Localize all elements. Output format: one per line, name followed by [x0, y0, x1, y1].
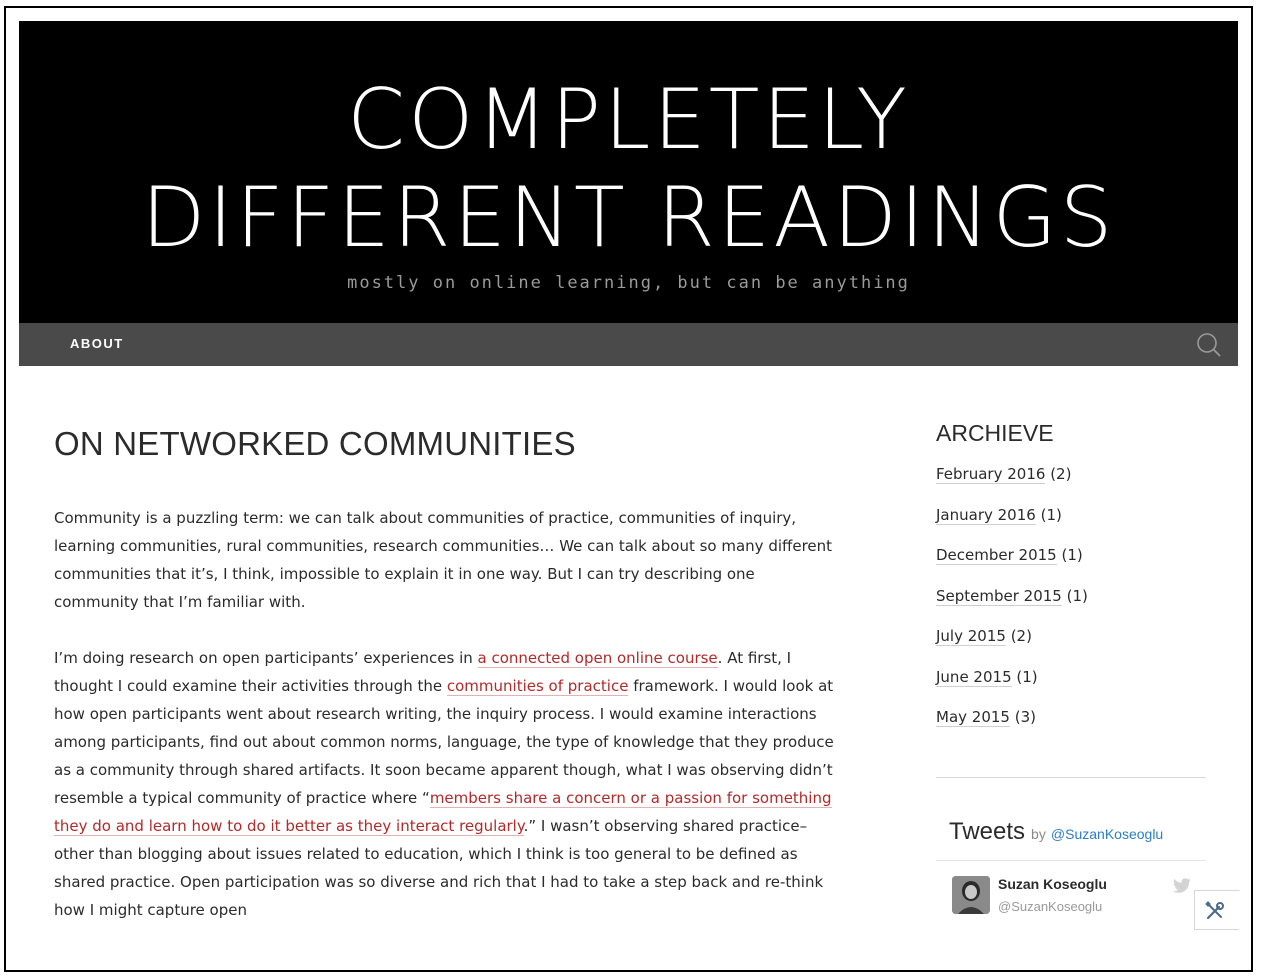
- archive-count: (3): [1014, 708, 1036, 726]
- sidebar: ARCHIEVE February 2016 (2) January 2016 …: [936, 420, 1206, 749]
- archive-link[interactable]: February 2016: [936, 465, 1046, 484]
- archive-item: February 2016 (2): [936, 465, 1206, 506]
- archive-count: (1): [1061, 546, 1083, 564]
- tools-button[interactable]: [1194, 890, 1239, 930]
- post-paragraph-1: Community is a puzzling term: we can tal…: [54, 509, 833, 611]
- archive-item: June 2015 (1): [936, 667, 1206, 709]
- tweet-author-name[interactable]: Suzan Koseoglu: [998, 876, 1107, 892]
- wrench-icon: [1205, 901, 1224, 920]
- archive-link[interactable]: December 2015: [936, 546, 1057, 565]
- archive-count: (2): [1010, 627, 1032, 645]
- archive-link[interactable]: May 2015: [936, 708, 1010, 727]
- site-title-line1[interactable]: COMPLETELY: [19, 71, 1238, 169]
- post-content: Community is a puzzling term: we can tal…: [54, 504, 844, 952]
- archive-count: (1): [1040, 505, 1062, 524]
- sidebar-divider: [936, 777, 1206, 778]
- archive-link[interactable]: January 2016: [936, 505, 1036, 525]
- site-tagline: mostly on online learning, but can be an…: [347, 273, 910, 293]
- site-title[interactable]: COMPLETELY DIFFERENT READINGS: [19, 71, 1238, 267]
- archive-link[interactable]: June 2015: [936, 667, 1012, 687]
- archive-item: January 2016 (1): [936, 505, 1206, 547]
- tweets-widget-header: Tweets by @SuzanKoseoglu: [949, 818, 1163, 846]
- tweet-author-handle[interactable]: @SuzanKoseoglu: [998, 899, 1102, 914]
- archive-heading: ARCHIEVE: [936, 420, 1054, 446]
- archive-item: September 2015 (1): [936, 586, 1206, 628]
- avatar-image: [952, 876, 990, 914]
- nav-bar: ABOUT: [19, 323, 1238, 366]
- tweets-handle-link[interactable]: @SuzanKoseoglu: [1051, 826, 1163, 842]
- communities-of-practice-link[interactable]: communities of practice: [446, 677, 629, 696]
- tweets-divider: [936, 860, 1206, 861]
- site-title-line2[interactable]: DIFFERENT READINGS: [19, 169, 1238, 267]
- post-title[interactable]: ON NETWORKED COMMUNITIES: [54, 425, 576, 463]
- archive-count: (1): [1016, 667, 1038, 686]
- connected-course-link[interactable]: a connected open online course: [477, 649, 718, 668]
- site-header: COMPLETELY DIFFERENT READINGS mostly on …: [19, 21, 1238, 323]
- nav-item-about[interactable]: ABOUT: [70, 336, 124, 351]
- archive-item: July 2015 (2): [936, 627, 1206, 668]
- archive-list: February 2016 (2) January 2016 (1) Decem…: [936, 465, 1206, 749]
- archive-link[interactable]: September 2015: [936, 586, 1062, 606]
- post-paragraph-2: I’m doing research on open participants’…: [54, 644, 844, 924]
- twitter-bird-icon[interactable]: [1172, 878, 1192, 894]
- tweets-title: Tweets: [949, 818, 1026, 845]
- paragraph-text: I’m doing research on open participants’…: [54, 649, 478, 667]
- archive-item: December 2015 (1): [936, 546, 1206, 587]
- paragraph-text: framework. I would look at how open part…: [54, 677, 834, 807]
- tweets-by-label: by: [1031, 826, 1046, 842]
- archive-link[interactable]: July 2015: [936, 627, 1006, 646]
- archive-item: May 2015 (3): [936, 708, 1206, 749]
- avatar[interactable]: [952, 876, 990, 914]
- search-icon[interactable]: [1196, 332, 1222, 358]
- archive-count: (1): [1066, 586, 1088, 605]
- archive-count: (2): [1050, 465, 1072, 483]
